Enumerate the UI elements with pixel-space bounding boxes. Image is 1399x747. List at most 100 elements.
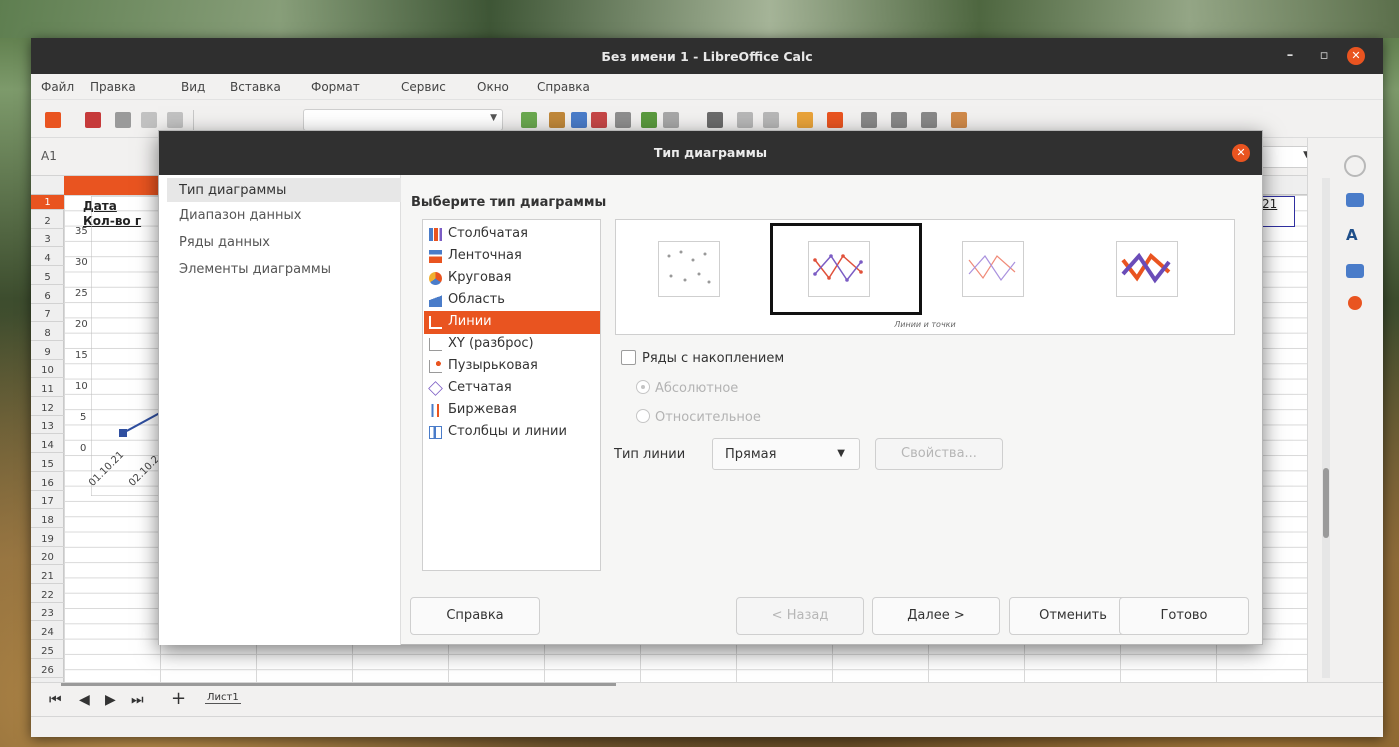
window-close-button[interactable]: ✕ <box>1347 47 1365 65</box>
image-icon[interactable] <box>549 112 565 128</box>
row-header[interactable]: 1 <box>31 195 64 210</box>
row-header[interactable]: 7 <box>31 307 64 323</box>
next-button[interactable]: Далее > <box>872 597 1000 635</box>
dialog-close-button[interactable]: ✕ <box>1232 144 1250 162</box>
column-a-header[interactable] <box>64 176 164 195</box>
headers-icon[interactable] <box>663 112 679 128</box>
step-data-series[interactable]: Ряды данных <box>167 230 401 254</box>
last-sheet-button[interactable]: ⏭ <box>131 692 144 708</box>
first-sheet-button[interactable]: ⏮ <box>49 692 62 708</box>
row-header[interactable]: 12 <box>31 401 64 416</box>
row-header[interactable]: 11 <box>31 382 64 397</box>
row-header[interactable]: 17 <box>31 494 64 510</box>
row-header[interactable]: 21 <box>31 569 64 584</box>
variant-points-only[interactable] <box>620 223 772 315</box>
chart-type-column-line[interactable]: Столбцы и линии <box>424 421 600 444</box>
menu-tools[interactable]: Сервис <box>401 80 446 94</box>
templates-icon[interactable] <box>85 112 101 128</box>
menu-window[interactable]: Окно <box>477 80 509 94</box>
pivot-table-icon[interactable] <box>571 112 587 128</box>
row-header[interactable]: 4 <box>31 251 64 267</box>
radio-dot[interactable] <box>636 409 650 423</box>
special-char-icon[interactable] <box>591 112 607 128</box>
row-header[interactable]: 22 <box>31 588 64 603</box>
radio-dot[interactable] <box>636 380 650 394</box>
row-header[interactable]: 16 <box>31 476 64 491</box>
chart-type-column[interactable]: Столбчатая <box>424 223 600 246</box>
scrollbar-thumb[interactable] <box>1323 468 1329 538</box>
menu-view[interactable]: Вид <box>181 80 205 94</box>
menu-file[interactable]: Файл <box>41 80 74 94</box>
align-center-icon[interactable] <box>891 112 907 128</box>
variant-3d-lines[interactable] <box>1078 223 1230 315</box>
variant-points-and-lines[interactable] <box>770 223 922 315</box>
line-type-select[interactable]: Прямая ▼ <box>712 438 860 470</box>
chart-type-net[interactable]: Сетчатая <box>424 377 600 400</box>
chart-type-line[interactable]: Линии <box>424 311 600 334</box>
new-document-icon[interactable] <box>45 112 61 128</box>
row-header[interactable]: 3 <box>31 232 64 248</box>
horizontal-scrollbar[interactable] <box>31 683 1303 687</box>
chart-type-xy[interactable]: XY (разброс) <box>424 333 600 356</box>
freeze-rows-icon[interactable] <box>737 112 753 128</box>
align-top-icon[interactable] <box>861 112 877 128</box>
chart-type-pie[interactable]: Круговая <box>424 267 600 290</box>
redo-icon[interactable] <box>167 112 183 128</box>
finish-button[interactable]: Готово <box>1119 597 1249 635</box>
add-sheet-button[interactable]: + <box>171 688 186 709</box>
menu-format[interactable]: Формат <box>311 80 360 94</box>
stacked-series-checkbox[interactable]: Ряды с накоплением <box>621 350 784 366</box>
row-header[interactable]: 19 <box>31 532 64 547</box>
chart-icon[interactable] <box>521 112 537 128</box>
properties-button[interactable]: Свойства... <box>875 438 1003 470</box>
row-header[interactable]: 24 <box>31 625 64 641</box>
sort-icon[interactable] <box>951 112 967 128</box>
variant-lines-only[interactable] <box>924 223 1076 315</box>
define-print-area-icon[interactable] <box>707 112 723 128</box>
row-header[interactable]: 13 <box>31 419 64 435</box>
scrollbar-thumb[interactable] <box>61 683 616 686</box>
checkbox-box[interactable] <box>621 350 636 365</box>
style-combo[interactable]: ▼ <box>303 109 503 131</box>
navigator-deck-icon[interactable] <box>1348 296 1362 310</box>
row-header[interactable]: 6 <box>31 289 64 304</box>
row-header[interactable]: 5 <box>31 270 64 285</box>
row-header[interactable]: 2 <box>31 214 64 229</box>
step-chart-type[interactable]: Тип диаграммы <box>167 178 401 202</box>
previous-sheet-button[interactable]: ◀ <box>79 692 90 708</box>
menu-help[interactable]: Справка <box>537 80 590 94</box>
vertical-scrollbar[interactable] <box>1322 178 1330 678</box>
back-button[interactable]: < Назад <box>736 597 864 635</box>
minimize-button[interactable]: – <box>1281 47 1299 65</box>
chart-type-bubble[interactable]: Пузырьковая <box>424 355 600 378</box>
open-icon[interactable] <box>115 112 131 128</box>
chart-type-stock[interactable]: Биржевая <box>424 399 600 422</box>
row-header[interactable]: 9 <box>31 345 64 360</box>
absolute-radio[interactable]: Абсолютное <box>636 380 738 396</box>
step-data-range[interactable]: Диапазон данных <box>167 203 401 227</box>
hyperlink-icon[interactable] <box>615 112 631 128</box>
next-sheet-button[interactable]: ▶ <box>105 692 116 708</box>
menu-insert[interactable]: Вставка <box>230 80 281 94</box>
split-window-icon[interactable] <box>763 112 779 128</box>
row-header[interactable]: 23 <box>31 606 64 622</box>
name-box[interactable]: A1 <box>35 146 155 168</box>
row-header[interactable]: 8 <box>31 326 64 341</box>
sheet-tab-active[interactable]: Лист1 <box>205 692 241 704</box>
relative-radio[interactable]: Относительное <box>636 409 761 425</box>
undo-icon[interactable] <box>141 112 157 128</box>
page-deck-icon[interactable] <box>1346 193 1364 207</box>
row-header[interactable]: 26 <box>31 663 64 678</box>
chart-type-area[interactable]: Область <box>424 289 600 312</box>
row-header[interactable]: 18 <box>31 513 64 528</box>
insert-chart-icon[interactable] <box>827 112 843 128</box>
menu-edit[interactable]: Правка <box>90 80 136 94</box>
show-draw-functions-icon[interactable] <box>797 112 813 128</box>
align-bottom-icon[interactable] <box>921 112 937 128</box>
cancel-button[interactable]: Отменить <box>1009 597 1137 635</box>
help-button[interactable]: Справка <box>410 597 540 635</box>
selected-range-fragment[interactable]: 21 <box>1259 196 1295 227</box>
row-header[interactable]: 10 <box>31 363 64 379</box>
row-header[interactable]: 14 <box>31 438 64 454</box>
gallery-deck-icon[interactable] <box>1346 264 1364 278</box>
